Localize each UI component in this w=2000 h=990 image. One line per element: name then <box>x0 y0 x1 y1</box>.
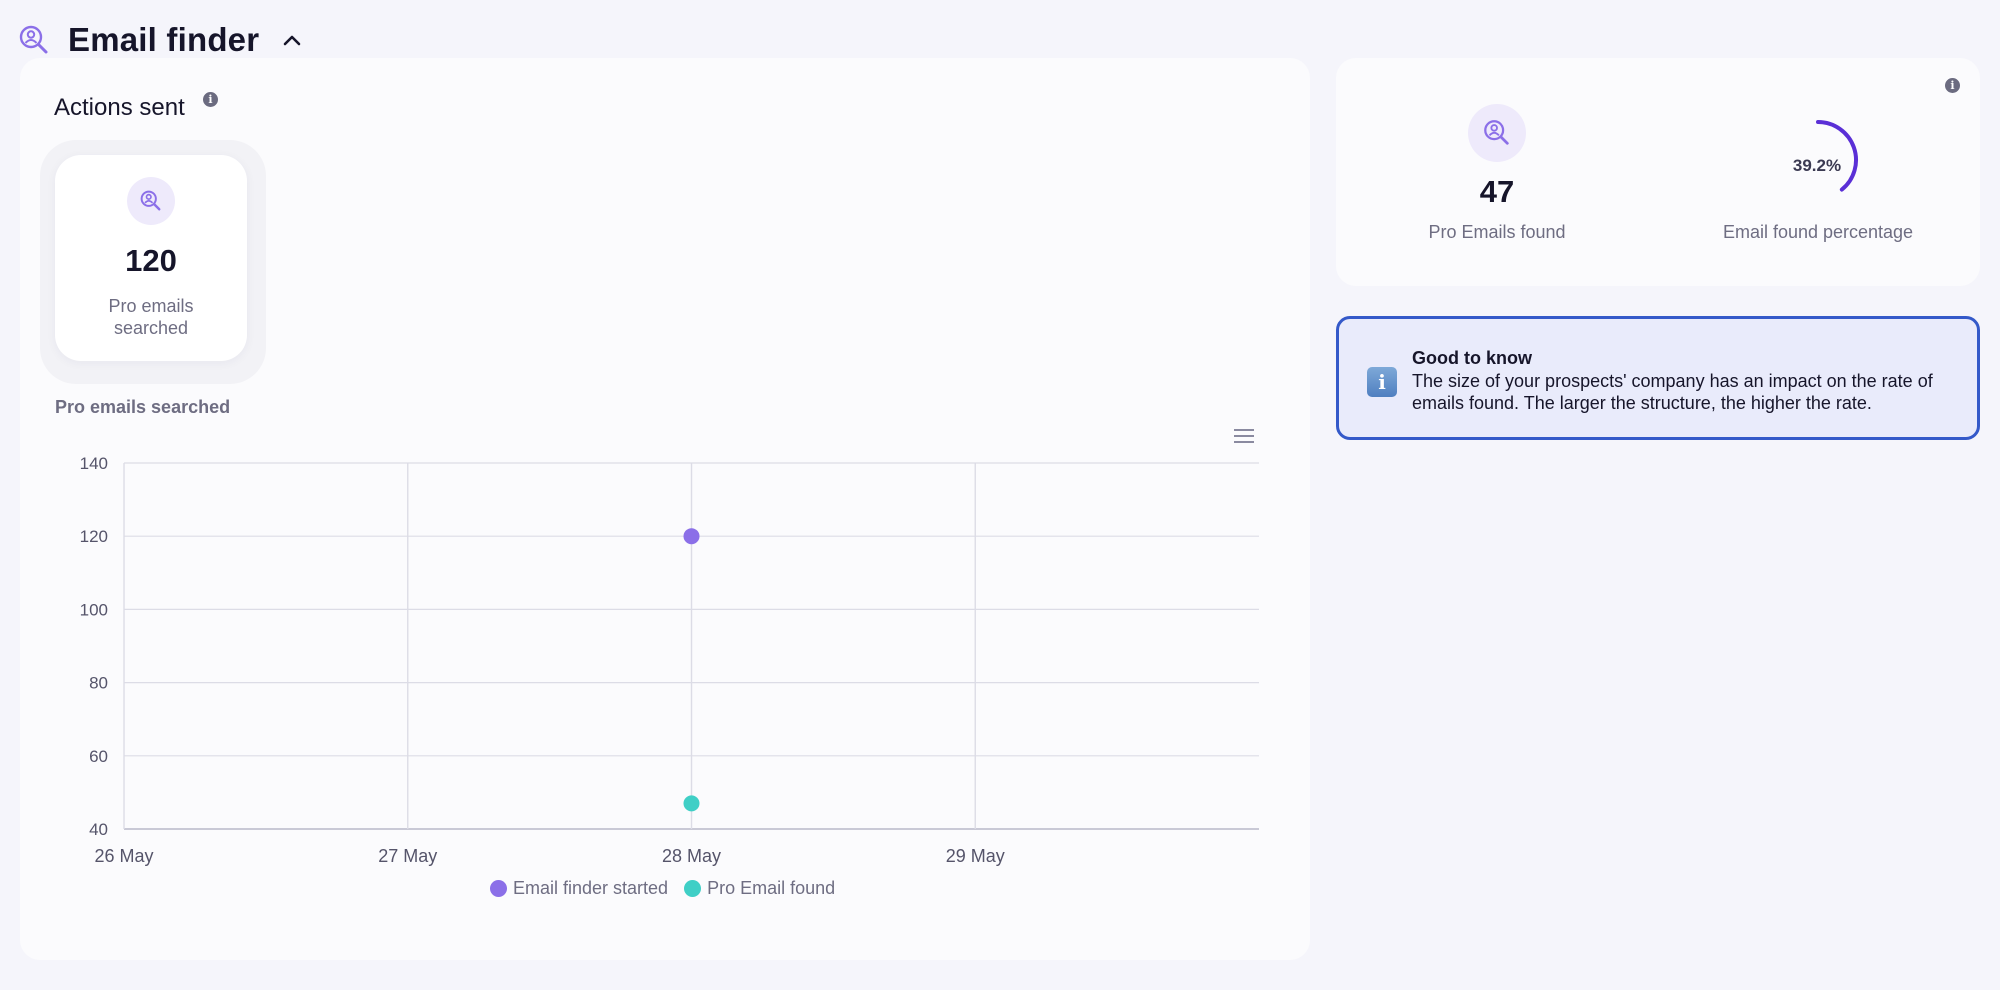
legend-dot <box>490 880 507 897</box>
legend-item-pro-email-found[interactable]: Pro Email found <box>684 878 835 899</box>
tile-value: 120 <box>125 243 177 278</box>
emails-found-value: 47 <box>1479 174 1515 209</box>
data-point <box>683 795 700 812</box>
data-point <box>683 528 700 545</box>
y-tick-label: 80 <box>89 674 108 693</box>
legend-item-email-finder-started[interactable]: Email finder started <box>490 878 668 899</box>
scatter-chart: 140 120 100 80 60 40 26 May 27 May 28 May 29 May <box>80 454 1259 866</box>
x-tick-label: 28 May <box>662 846 721 866</box>
y-tick-label: 60 <box>89 747 108 766</box>
user-search-icon <box>1468 104 1526 162</box>
tip-text: The size of your prospects' company has … <box>1412 371 1933 413</box>
y-tick-label: 120 <box>80 527 108 546</box>
user-search-icon <box>127 177 175 225</box>
legend-label: Pro Email found <box>707 878 836 898</box>
section-header: Email finder <box>18 18 305 62</box>
y-tick-label: 140 <box>80 454 108 473</box>
x-tick-label: 26 May <box>94 846 153 866</box>
page-title: Email finder <box>68 21 260 58</box>
legend-label: Email finder started <box>513 878 669 898</box>
legend-dot <box>684 880 702 897</box>
actions-sent-title: Actions sent <box>54 94 185 121</box>
tile-label: Pro emails searched <box>108 296 194 338</box>
emails-found-label: Pro Emails found <box>1428 222 1566 242</box>
chevron-up-icon <box>283 35 301 46</box>
y-tick-label: 100 <box>80 600 108 619</box>
pro-emails-searched-tile: 120 Pro emails searched <box>55 155 247 361</box>
percentage-label: Email found percentage <box>1722 222 1914 242</box>
info-icon[interactable]: i <box>203 92 218 107</box>
user-search-icon <box>19 25 48 54</box>
collapse-button[interactable] <box>279 27 305 53</box>
chart-legend: Email finder started Pro Email found <box>490 878 851 899</box>
info-icon: i <box>1367 367 1397 397</box>
percentage-value: 39.2% <box>1792 156 1842 175</box>
x-tick-label: 29 May <box>946 846 1005 866</box>
good-to-know-box: i Good to know The size of your prospect… <box>1336 316 1980 440</box>
tip-title: Good to know <box>1412 348 1532 368</box>
x-tick-label: 27 May <box>378 846 437 866</box>
chart-title: Pro emails searched <box>55 397 231 417</box>
info-icon[interactable]: i <box>1945 78 1960 93</box>
y-tick-label: 40 <box>89 820 108 839</box>
